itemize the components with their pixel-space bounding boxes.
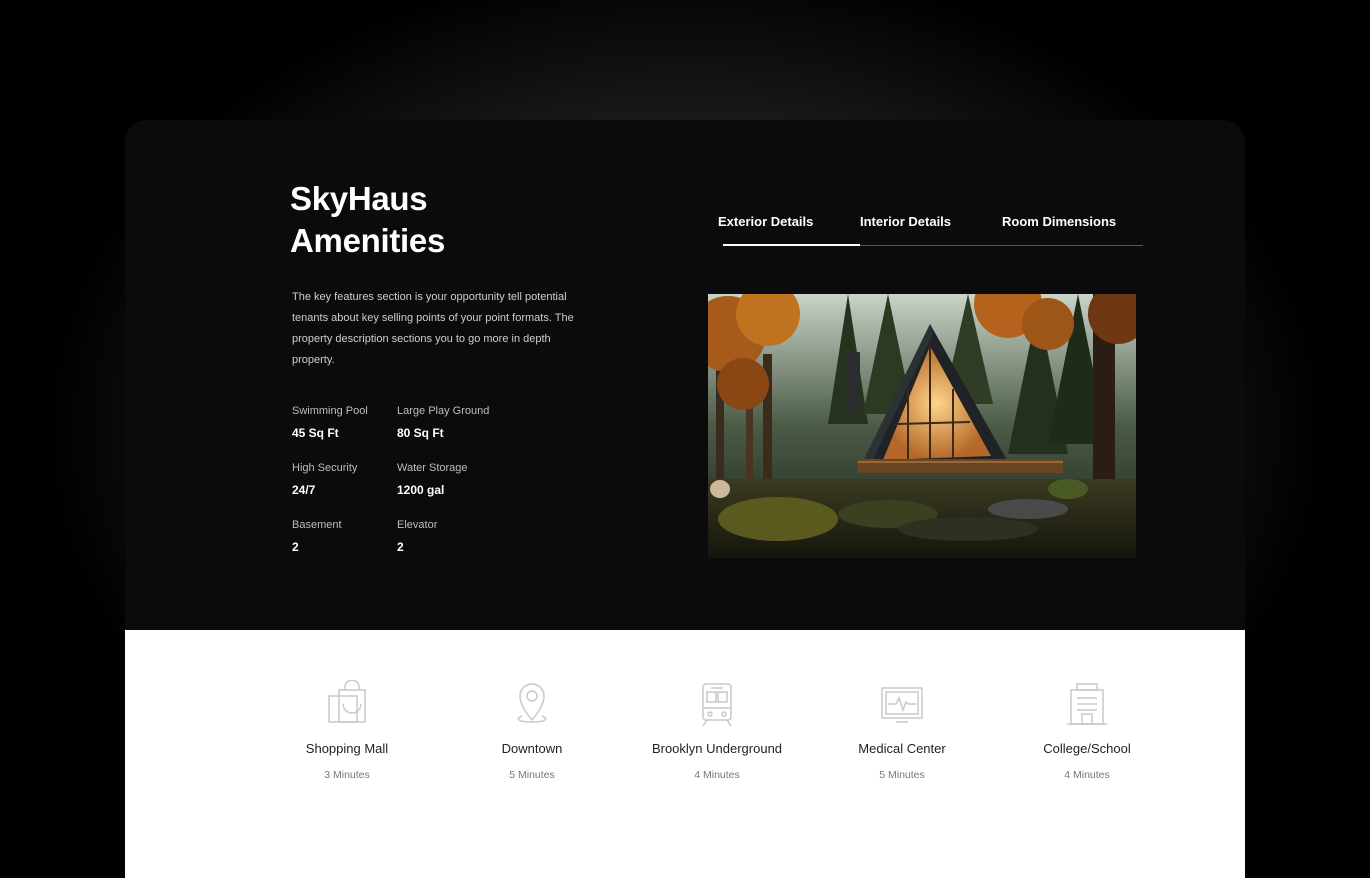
location-name: Shopping Mall [305,741,389,756]
location-medical-center: Medical Center 5 Minutes [812,680,992,782]
tab-exterior-details[interactable]: Exterior Details [718,214,813,229]
description-text: The key features section is your opportu… [292,291,574,366]
tab-room-dimensions[interactable]: Room Dimensions [1002,214,1116,229]
tab-interior-details[interactable]: Interior Details [860,214,951,229]
location-brooklyn-underground: Brooklyn Underground 4 Minutes [627,680,807,782]
cabin-photo-illustration [708,294,1136,558]
train-icon [702,683,732,727]
stat-swimming-pool: Swimming Pool 45 Sq Ft [292,404,368,441]
stat-value: 45 Sq Ft [292,426,339,440]
stat-elevator: Elevator 2 [397,518,437,555]
stat-value: 1200 gal [397,483,445,497]
stat-value: 24/7 [292,483,316,497]
amenities-card: SkyHaus Amenities The key features secti… [125,120,1245,878]
location-shopping-mall: Shopping Mall 3 Minutes [257,680,437,782]
map-pin-icon [517,683,547,723]
location-time: 4 Minutes [1064,769,1110,781]
shopping-bag-icon [328,680,366,723]
stat-large-play-ground: Large Play Ground 80 Sq Ft [397,404,489,441]
stat-label: Large Play Ground [397,405,490,417]
location-time: 3 Minutes [324,769,370,781]
stat-label: Water Storage [397,462,468,474]
tab-active-indicator [723,244,860,246]
location-name: Medical Center [858,741,946,756]
heart-monitor-icon [881,687,923,723]
cabin-photo [708,294,1136,558]
details-tabs: Exterior Details Interior Details Room D… [718,214,1148,248]
location-time: 5 Minutes [879,769,925,781]
location-name: College/School [1043,741,1131,756]
stat-label: Elevator [397,519,438,531]
stat-label: Swimming Pool [292,405,368,417]
stat-water-storage: Water Storage 1200 gal [397,461,468,498]
location-downtown: Downtown 5 Minutes [442,680,622,782]
title-line-2: Amenities [290,222,446,259]
amenities-section: SkyHaus Amenities The key features secti… [125,120,1245,630]
stat-label: High Security [292,462,358,474]
location-time: 4 Minutes [694,769,740,781]
stat-value: 2 [292,540,299,554]
stat-label: Basement [292,519,342,531]
stat-value: 80 Sq Ft [397,426,444,440]
location-time: 5 Minutes [509,769,555,781]
building-icon [1067,683,1107,725]
stat-basement: Basement 2 [292,518,342,555]
location-college-school: College/School 4 Minutes [997,680,1177,782]
location-name: Brooklyn Underground [651,741,783,756]
location-name: Downtown [501,741,563,756]
stat-value: 2 [397,540,404,554]
stat-high-security: High Security 24/7 [292,461,357,498]
page-title: SkyHaus Amenities [290,178,445,262]
title-line-1: SkyHaus [290,180,428,217]
